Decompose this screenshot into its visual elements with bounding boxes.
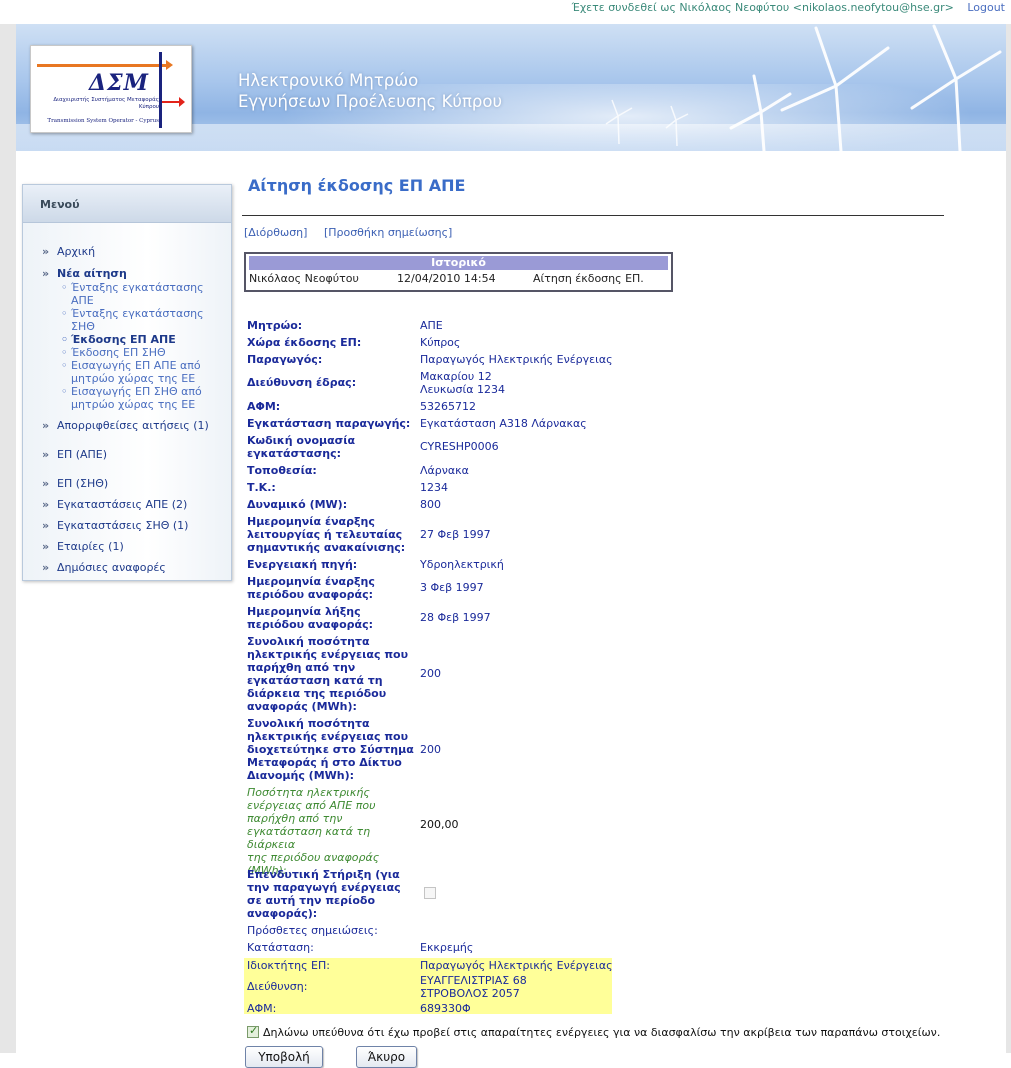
add-note-link[interactable]: [Προσθήκη σημείωσης] xyxy=(324,226,452,239)
sidebar-item-res-installations[interactable]: Εγκαταστάσεις ΑΠΕ (2) xyxy=(40,498,231,512)
sidebar-menu: Μενού Αρχική Νέα αίτηση Ένταξης εγκατάστ… xyxy=(22,184,232,581)
sidebar-item-chp-installations[interactable]: Εγκαταστάσεις ΣΗΘ (1) xyxy=(40,519,231,533)
login-status: Έχετε συνδεθεί ως Νικόλαος Νεοφύτου <nik… xyxy=(571,1,954,14)
sidebar-item-rejected[interactable]: Απορριφθείσες αιτήσεις (1) xyxy=(40,419,231,433)
declaration-checkbox[interactable] xyxy=(247,1024,259,1038)
history-box: Ιστορικό Νικόλαος Νεοφύτου 12/04/2010 14… xyxy=(244,252,673,292)
top-bar: Έχετε συνδεθεί ως Νικόλαος Νεοφύτου <nik… xyxy=(0,0,1011,22)
logo-subtitle-en: Transmission System Operator - Cyprus xyxy=(47,118,159,124)
tso-logo: ΔΣΜ Διαχειριστής Συστήματος Μεταφοράς Κύ… xyxy=(30,45,192,133)
sidebar-item-home[interactable]: Αρχική xyxy=(40,245,231,259)
page-frame: ΔΣΜ Διαχειριστής Συστήματος Μεταφοράς Κύ… xyxy=(0,24,1011,1068)
submenu-item-res-issue[interactable]: Έκδοσης ΕΠ ΑΠΕ xyxy=(61,333,231,346)
sidebar-item-public-reports[interactable]: Δημόσιες αναφορές xyxy=(40,561,231,575)
submenu-item-res-installation[interactable]: Ένταξης εγκατάστασηςΑΠΕ xyxy=(61,281,231,307)
declaration: Δηλώνω υπεύθυνα ότι έχω προβεί στις απαρ… xyxy=(247,1024,941,1039)
declaration-text: Δηλώνω υπεύθυνα ότι έχω προβεί στις απαρ… xyxy=(263,1026,941,1039)
submit-button[interactable]: Υποβολή xyxy=(245,1046,323,1068)
sidebar-item-go-chp[interactable]: ΕΠ (ΣΗΘ) xyxy=(40,477,231,491)
edit-link[interactable]: [Διόρθωση] xyxy=(244,226,307,239)
investment-support-checkbox[interactable] xyxy=(424,887,436,899)
history-entry: Νικόλαος Νεοφύτου 12/04/2010 14:54 Αίτησ… xyxy=(249,270,668,288)
history-user: Νικόλαος Νεοφύτου xyxy=(249,272,359,285)
submenu-item-chp-import[interactable]: Εισαγωγής ΕΠ ΣΗΘ απόμητρώο χώρας της ΕΕ xyxy=(61,385,231,411)
title-divider xyxy=(242,215,944,216)
sidebar-item-companies[interactable]: Εταιρίες (1) xyxy=(40,540,231,554)
submenu-item-res-import[interactable]: Εισαγωγής ΕΠ ΑΠΕ απόμητρώο χώρας της ΕΕ xyxy=(61,359,231,385)
sidebar-item-new-application[interactable]: Νέα αίτηση Ένταξης εγκατάστασηςΑΠΕ Ένταξ… xyxy=(40,267,231,411)
cancel-button[interactable]: Άκυρο xyxy=(356,1046,417,1068)
history-title: Ιστορικό xyxy=(249,256,668,270)
action-links: [Διόρθωση] [Προσθήκη σημείωσης] xyxy=(244,226,465,239)
submenu-item-chp-issue[interactable]: Έκδοσης ΕΠ ΣΗΘ xyxy=(61,346,231,359)
history-datetime: 12/04/2010 14:54 xyxy=(397,272,496,285)
logout-link[interactable]: Logout xyxy=(967,1,1005,14)
logo-mark: ΔΣΜ xyxy=(89,70,149,96)
history-action: Αίτηση έκδοσης ΕΠ. xyxy=(533,272,644,285)
header-banner: ΔΣΜ Διαχειριστής Συστήματος Μεταφοράς Κύ… xyxy=(16,24,1006,151)
sidebar-item-go-res[interactable]: ΕΠ (ΑΠΕ) xyxy=(40,448,231,462)
sidebar-title: Μενού xyxy=(23,185,231,223)
logo-subtitle-gr: Διαχειριστής Συστήματος Μεταφοράς Κύπρου xyxy=(53,97,159,110)
page-title: Αίτηση έκδοσης ΕΠ ΑΠΕ xyxy=(248,176,466,195)
submenu-item-chp-installation[interactable]: Ένταξης εγκατάστασηςΣΗΘ xyxy=(61,307,231,333)
page: ΔΣΜ Διαχειριστής Συστήματος Μεταφοράς Κύ… xyxy=(16,24,1006,1068)
site-title: Ηλεκτρονικό Μητρώο Εγγυήσεων Προέλευσης … xyxy=(238,71,502,111)
